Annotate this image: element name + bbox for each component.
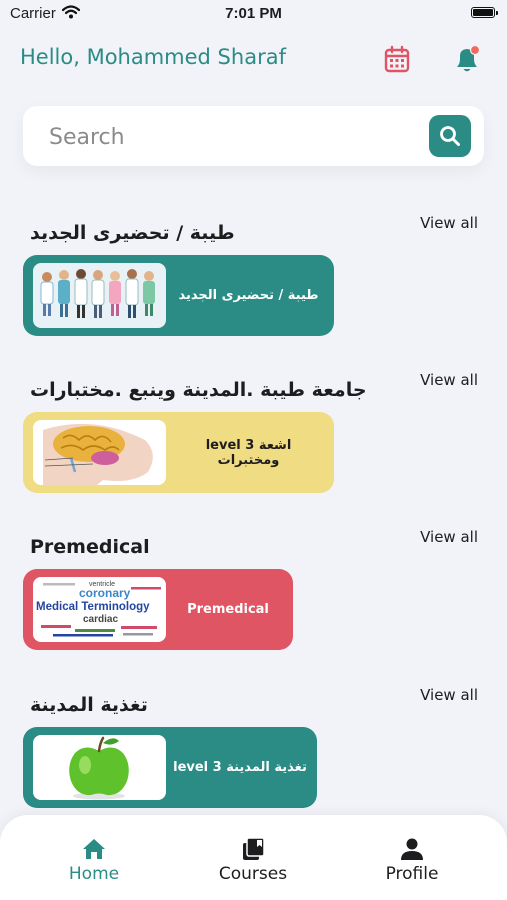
svg-text:cardiac: cardiac xyxy=(83,614,118,625)
nav-item-home[interactable]: Home xyxy=(34,837,154,884)
view-all-link[interactable]: View all xyxy=(420,686,478,704)
course-card-title: طيبة / تحضيرى الجديد xyxy=(178,288,319,303)
green-apple-image xyxy=(33,735,166,800)
course-card[interactable]: ventricle coronary Medical Terminology c… xyxy=(23,569,293,650)
view-all-link[interactable]: View all xyxy=(420,214,478,232)
calendar-icon[interactable] xyxy=(384,45,410,73)
view-all-link[interactable]: View all xyxy=(420,528,478,546)
search-button[interactable] xyxy=(429,115,471,157)
section-title: طيبة / تحضيرى الجديد xyxy=(30,222,235,244)
course-card[interactable]: level 3 تغذية المدينة xyxy=(23,727,317,808)
status-bar: Carrier 7:01 PM xyxy=(0,0,507,28)
nav-label-home: Home xyxy=(68,864,120,884)
search-input[interactable] xyxy=(47,120,421,154)
courses-icon xyxy=(243,837,265,860)
doctors-group-image xyxy=(33,263,166,328)
view-all-link[interactable]: View all xyxy=(420,371,478,389)
section-title: جامعة طيبة .المدينة وينبع .مختبارات xyxy=(30,379,367,401)
status-time: 7:01 PM xyxy=(225,5,282,22)
nav-label-courses: Courses xyxy=(218,864,288,884)
course-card[interactable]: طيبة / تحضيرى الجديد xyxy=(23,255,334,336)
greeting-text: Hello, Mohammed Sharaf xyxy=(20,45,286,69)
brain-image xyxy=(33,420,166,485)
profile-icon xyxy=(401,838,423,860)
course-card[interactable]: level 3 اشعة ومختبرات xyxy=(23,412,334,493)
section-title: تغذية المدينة xyxy=(30,694,148,716)
nav-label-profile: Profile xyxy=(385,864,439,884)
course-card-title: level 3 اشعة ومختبرات xyxy=(205,437,292,468)
medical-terminology-image: ventricle coronary Medical Terminology c… xyxy=(33,577,166,642)
svg-text:coronary: coronary xyxy=(79,586,131,600)
notification-bell-icon[interactable] xyxy=(452,44,482,74)
section-title: Premedical xyxy=(30,536,150,558)
bottom-navigation: Home Courses Profile xyxy=(0,815,507,900)
search-icon xyxy=(440,126,460,146)
course-card-title: Premedical xyxy=(187,602,269,617)
search-bar xyxy=(23,106,484,166)
nav-item-profile[interactable]: Profile xyxy=(352,837,472,884)
svg-text:Medical Terminology: Medical Terminology xyxy=(36,601,150,613)
course-card-title: level 3 تغذية المدينة xyxy=(173,760,307,775)
battery-icon xyxy=(471,7,498,18)
home-icon xyxy=(83,839,105,859)
nav-item-courses[interactable]: Courses xyxy=(193,837,313,884)
